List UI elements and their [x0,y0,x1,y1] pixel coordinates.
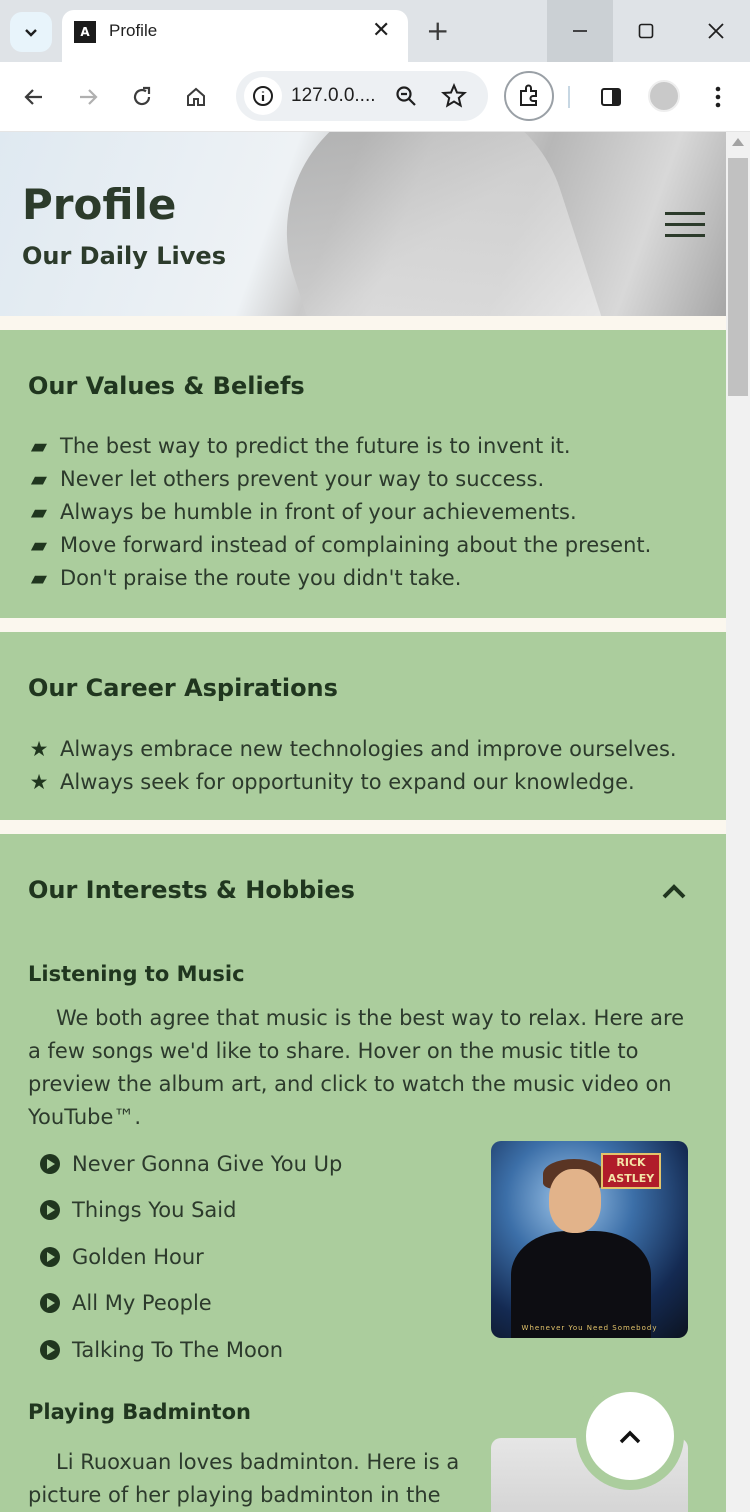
reload-icon [133,86,151,106]
page-subtitle: Our Daily Lives [22,242,226,270]
values-item: ▰ The best way to predict the future is t… [28,434,571,458]
home-button[interactable] [181,82,211,112]
address-bar[interactable]: 127.0.0.... [236,71,488,121]
site-favicon: A [74,21,96,43]
badminton-heading: Playing Badminton [28,1400,251,1424]
minimize-icon [573,30,587,32]
close-tab-icon[interactable]: ✕ [372,18,390,43]
browser-menu-button[interactable] [703,82,733,112]
values-item: ▰ Move forward instead of complaining abo… [28,533,651,557]
toolbar-separator [568,86,570,108]
arrow-left-icon [24,89,42,105]
values-section: Our Values & Beliefs ▰ The best way to pr… [0,330,726,618]
album-logo: RICK ASTLEY [601,1153,661,1189]
career-item: ★ Always embrace new technologies and imp… [29,737,677,761]
star-icon: ★ [29,737,49,761]
badminton-description: Li Ruoxuan loves badminton. Here is a pi… [28,1450,460,1507]
hamburger-menu-icon[interactable] [665,212,705,238]
song-link[interactable]: Things You Said [40,1198,236,1222]
site-info-button[interactable] [244,77,282,115]
page-title: Profile [22,180,177,229]
close-icon [708,23,724,39]
browser-toolbar: 127.0.0.... [0,62,750,132]
values-heading: Our Values & Beliefs [28,372,305,400]
bookmark-button[interactable] [441,82,467,113]
career-section: Our Career Aspirations ★ Always embrace n… [0,632,726,820]
maximize-icon [638,23,654,39]
star-icon: ★ [29,770,49,794]
chevron-down-icon [25,29,37,37]
info-icon [253,86,273,106]
side-panel-button[interactable] [596,82,626,112]
forward-button[interactable] [73,82,103,112]
close-window-button[interactable] [683,0,749,62]
star-outline-icon [441,82,467,108]
album-art-preview: RICK ASTLEY Whenever You Need Somebody [491,1141,688,1338]
tab-strip: A Profile ✕ + [0,0,750,62]
song-link[interactable]: Talking To The Moon [40,1338,283,1362]
zoom-icon [396,86,416,106]
play-icon [40,1154,60,1174]
home-icon [187,87,205,106]
play-icon [40,1247,60,1267]
career-heading: Our Career Aspirations [28,674,338,702]
music-heading: Listening to Music [28,962,245,986]
album-caption: Whenever You Need Somebody [521,1324,658,1332]
hero-banner: Profile Our Daily Lives [0,132,726,316]
values-item: ▰ Don't praise the route you didn't take. [28,566,461,590]
extensions-button[interactable] [504,71,554,121]
page-scrollbar[interactable] [726,132,750,1512]
book-icon: ▰ [30,566,48,590]
reload-button[interactable] [127,82,157,112]
play-icon [40,1293,60,1313]
song-link[interactable]: Golden Hour [40,1245,204,1269]
minimize-button[interactable] [547,0,613,62]
new-tab-button[interactable]: + [426,14,449,47]
page-viewport: Profile Our Daily Lives Our Values & Bel… [0,132,726,1512]
values-item: ▰ Always be humble in front of your achie… [28,500,577,524]
maximize-button[interactable] [613,0,679,62]
arrow-right-icon [80,89,98,105]
music-description: We both agree that music is the best way… [28,1006,685,1129]
chevron-up-icon [662,884,686,899]
song-link[interactable]: Never Gonna Give You Up [40,1152,342,1176]
more-vert-icon [715,86,721,108]
values-item: ▰ Never let others prevent your way to su… [28,467,544,491]
scroll-up-arrow[interactable] [732,138,744,146]
browser-tab[interactable]: A Profile ✕ [62,10,408,62]
book-icon: ▰ [30,533,48,557]
back-to-top-button[interactable] [576,1382,684,1490]
song-link[interactable]: All My People [40,1291,212,1315]
book-icon: ▰ [30,500,48,524]
tab-title: Profile [109,21,158,40]
play-icon [40,1200,60,1220]
zoom-button[interactable] [394,84,418,112]
tab-search-button[interactable] [10,12,52,52]
play-icon [40,1340,60,1360]
book-icon: ▰ [30,467,48,491]
profile-avatar[interactable] [648,80,680,112]
collapse-section-button[interactable] [662,882,686,904]
side-panel-icon [601,88,621,106]
career-item: ★ Always seek for opportunity to expand o… [29,770,635,794]
hero-background-image [250,132,610,316]
url-text[interactable]: 127.0.0.... [291,85,376,107]
back-button[interactable] [19,82,49,112]
chevron-up-icon [619,1430,641,1444]
interests-heading: Our Interests & Hobbies [28,876,355,904]
puzzle-icon [520,84,537,106]
scrollbar-thumb[interactable] [728,158,748,396]
book-icon: ▰ [30,434,48,458]
